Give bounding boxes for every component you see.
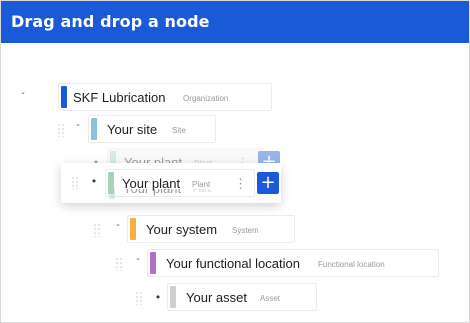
node-name: Your asset [186, 290, 247, 305]
drag-handle-icon[interactable] [135, 291, 143, 305]
node-name: Your plant [123, 189, 181, 203]
node-name: Your system [146, 222, 218, 237]
chevron-down-icon[interactable]: ˇ [131, 254, 145, 274]
node-color-bar [130, 218, 136, 240]
node-card-shadow: Your plant Plant [107, 189, 217, 203]
chevron-down-icon[interactable]: ˇ [16, 88, 30, 108]
drag-handle-icon[interactable] [71, 176, 79, 190]
node-color-bar [109, 189, 115, 199]
tree-node-system[interactable]: ˇ Your system System [1, 215, 321, 245]
node-color-bar [91, 118, 97, 140]
node-color-bar [61, 86, 67, 108]
node-type-label: Asset [260, 294, 281, 303]
node-type-label: Site [172, 126, 186, 135]
node-card-organization[interactable]: SKF Lubrication Organization [58, 83, 272, 111]
node-card-system[interactable]: Your system System [127, 215, 295, 243]
node-name: Your functional location [166, 256, 300, 271]
node-color-bar [150, 252, 156, 274]
tree-node-plant-shadow: Your plant Plant [1, 189, 301, 203]
node-card-asset[interactable]: Your asset Asset [167, 283, 317, 311]
node-color-bar [170, 286, 176, 308]
drag-handle-icon[interactable] [115, 257, 123, 271]
node-card-site[interactable]: Your site Site [88, 115, 216, 143]
node-type-label: Functional location [318, 260, 385, 269]
node-type-label: Plant [193, 189, 212, 194]
tree-node-functional-location[interactable]: ˇ Your functional location Functional lo… [1, 249, 461, 279]
node-type-label: System [232, 226, 259, 235]
tree-node-organization[interactable]: ˇ SKF Lubrication Organization [1, 83, 301, 113]
bullet-icon: • [154, 291, 162, 304]
node-name: Your site [107, 122, 158, 137]
drag-handle-icon[interactable] [93, 223, 101, 237]
node-tree: ˇ SKF Lubrication Organization ˇ Your si… [1, 1, 469, 322]
tree-node-site[interactable]: ˇ Your site Site [1, 115, 301, 145]
node-name: SKF Lubrication [73, 90, 166, 105]
drag-drop-window: Drag and drop a node ˇ SKF Lubrication O… [0, 0, 470, 323]
node-type-label: Organization [183, 94, 229, 103]
chevron-down-icon[interactable]: ˇ [71, 120, 85, 140]
tree-node-asset[interactable]: • Your asset Asset [1, 283, 341, 313]
node-card-functional-location[interactable]: Your functional location Functional loca… [147, 249, 439, 277]
drag-handle-icon[interactable] [57, 123, 65, 137]
chevron-down-icon[interactable]: ˇ [111, 220, 125, 240]
